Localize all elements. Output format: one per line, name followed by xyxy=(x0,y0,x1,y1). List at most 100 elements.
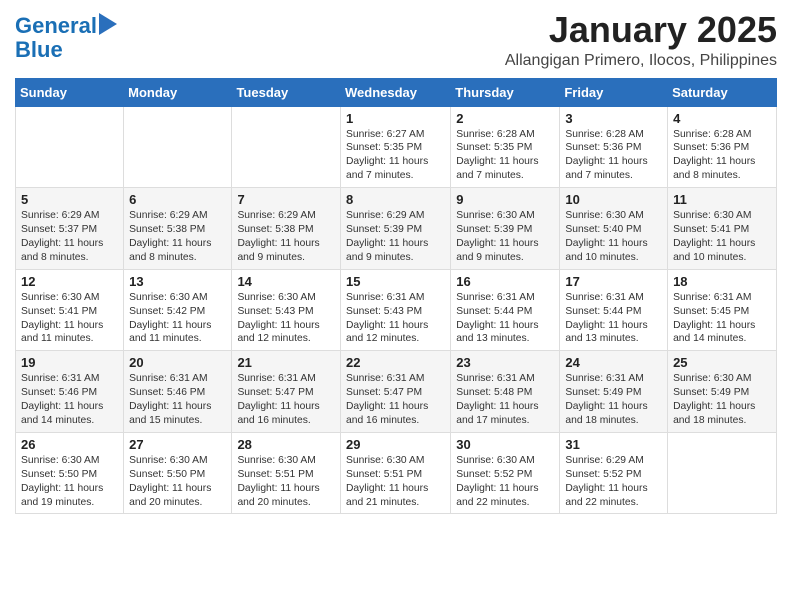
cell-info: Sunrise: 6:30 AMSunset: 5:42 PMDaylight:… xyxy=(129,291,226,347)
day-number: 22 xyxy=(346,355,445,370)
calendar-cell: 21 Sunrise: 6:31 AMSunset: 5:47 PMDayligh… xyxy=(232,351,341,433)
weekday-header-saturday: Saturday xyxy=(668,78,777,106)
cell-info: Sunrise: 6:29 AMSunset: 5:37 PMDaylight:… xyxy=(21,209,118,265)
cell-info: Sunrise: 6:28 AMSunset: 5:36 PMDaylight:… xyxy=(565,128,662,184)
calendar-cell: 17 Sunrise: 6:31 AMSunset: 5:44 PMDayligh… xyxy=(560,269,668,351)
calendar-week-row: 26 Sunrise: 6:30 AMSunset: 5:50 PMDayligh… xyxy=(16,432,777,514)
day-number: 9 xyxy=(456,192,554,207)
cell-info: Sunrise: 6:30 AMSunset: 5:51 PMDaylight:… xyxy=(346,454,445,510)
day-number: 26 xyxy=(21,437,118,452)
cell-info: Sunrise: 6:30 AMSunset: 5:41 PMDaylight:… xyxy=(21,291,118,347)
cell-info: Sunrise: 6:29 AMSunset: 5:38 PMDaylight:… xyxy=(237,209,335,265)
logo: General Blue xyxy=(15,14,117,62)
day-number: 17 xyxy=(565,274,662,289)
cell-info: Sunrise: 6:30 AMSunset: 5:50 PMDaylight:… xyxy=(129,454,226,510)
calendar-cell: 5 Sunrise: 6:29 AMSunset: 5:37 PMDaylight… xyxy=(16,188,124,270)
calendar-week-row: 5 Sunrise: 6:29 AMSunset: 5:37 PMDaylight… xyxy=(16,188,777,270)
cell-info: Sunrise: 6:30 AMSunset: 5:40 PMDaylight:… xyxy=(565,209,662,265)
calendar-cell: 9 Sunrise: 6:30 AMSunset: 5:39 PMDaylight… xyxy=(451,188,560,270)
calendar-table: SundayMondayTuesdayWednesdayThursdayFrid… xyxy=(15,78,777,515)
cell-info: Sunrise: 6:29 AMSunset: 5:52 PMDaylight:… xyxy=(565,454,662,510)
calendar-cell xyxy=(232,106,341,188)
day-number: 5 xyxy=(21,192,118,207)
calendar-cell: 4Sunrise: 6:28 AMSunset: 5:36 PMDaylight… xyxy=(668,106,777,188)
logo-subtext: Blue xyxy=(15,38,117,62)
cell-info: Sunrise: 6:30 AMSunset: 5:41 PMDaylight:… xyxy=(673,209,771,265)
cell-info: Sunrise: 6:31 AMSunset: 5:46 PMDaylight:… xyxy=(21,372,118,428)
calendar-cell: 16Sunrise: 6:31 AMSunset: 5:44 PMDayligh… xyxy=(451,269,560,351)
cell-info: Sunrise: 6:28 AMSunset: 5:36 PMDaylight:… xyxy=(673,128,771,184)
calendar-cell: 2Sunrise: 6:28 AMSunset: 5:35 PMDaylight… xyxy=(451,106,560,188)
cell-info: Sunrise: 6:29 AMSunset: 5:39 PMDaylight:… xyxy=(346,209,445,265)
day-number: 25 xyxy=(673,355,771,370)
day-number: 6 xyxy=(129,192,226,207)
weekday-header-monday: Monday xyxy=(124,78,232,106)
calendar-cell: 7 Sunrise: 6:29 AMSunset: 5:38 PMDaylight… xyxy=(232,188,341,270)
cell-info: Sunrise: 6:30 AMSunset: 5:52 PMDaylight:… xyxy=(456,454,554,510)
title-block: January 2025 Allangigan Primero, Ilocos,… xyxy=(505,10,777,70)
month-title: January 2025 xyxy=(505,10,777,50)
calendar-cell xyxy=(124,106,232,188)
cell-info: Sunrise: 6:30 AMSunset: 5:39 PMDaylight:… xyxy=(456,209,554,265)
calendar-cell: 24Sunrise: 6:31 AMSunset: 5:49 PMDayligh… xyxy=(560,351,668,433)
day-number: 13 xyxy=(129,274,226,289)
calendar-cell: 13 Sunrise: 6:30 AMSunset: 5:42 PMDayligh… xyxy=(124,269,232,351)
day-number: 31 xyxy=(565,437,662,452)
calendar-week-row: 19 Sunrise: 6:31 AMSunset: 5:46 PMDayligh… xyxy=(16,351,777,433)
calendar-header-row: SundayMondayTuesdayWednesdayThursdayFrid… xyxy=(16,78,777,106)
calendar-cell: 28 Sunrise: 6:30 AMSunset: 5:51 PMDayligh… xyxy=(232,432,341,514)
weekday-header-sunday: Sunday xyxy=(16,78,124,106)
calendar-week-row: 12 Sunrise: 6:30 AMSunset: 5:41 PMDayligh… xyxy=(16,269,777,351)
page-container: General Blue January 2025 Allangigan Pri… xyxy=(0,0,792,529)
logo-icon xyxy=(99,13,117,35)
weekday-header-wednesday: Wednesday xyxy=(340,78,450,106)
calendar-cell: 29Sunrise: 6:30 AMSunset: 5:51 PMDayligh… xyxy=(340,432,450,514)
day-number: 28 xyxy=(237,437,335,452)
day-number: 27 xyxy=(129,437,226,452)
calendar-cell: 19 Sunrise: 6:31 AMSunset: 5:46 PMDayligh… xyxy=(16,351,124,433)
cell-info: Sunrise: 6:31 AMSunset: 5:47 PMDaylight:… xyxy=(346,372,445,428)
calendar-cell: 23Sunrise: 6:31 AMSunset: 5:48 PMDayligh… xyxy=(451,351,560,433)
calendar-cell: 11 Sunrise: 6:30 AMSunset: 5:41 PMDayligh… xyxy=(668,188,777,270)
weekday-header-thursday: Thursday xyxy=(451,78,560,106)
header: General Blue January 2025 Allangigan Pri… xyxy=(15,10,777,70)
day-number: 12 xyxy=(21,274,118,289)
weekday-header-tuesday: Tuesday xyxy=(232,78,341,106)
day-number: 14 xyxy=(237,274,335,289)
day-number: 10 xyxy=(565,192,662,207)
day-number: 20 xyxy=(129,355,226,370)
calendar-cell: 15 Sunrise: 6:31 AMSunset: 5:43 PMDayligh… xyxy=(340,269,450,351)
cell-info: Sunrise: 6:30 AMSunset: 5:50 PMDaylight:… xyxy=(21,454,118,510)
location-title: Allangigan Primero, Ilocos, Philippines xyxy=(505,52,777,70)
calendar-cell: 3Sunrise: 6:28 AMSunset: 5:36 PMDaylight… xyxy=(560,106,668,188)
cell-info: Sunrise: 6:31 AMSunset: 5:43 PMDaylight:… xyxy=(346,291,445,347)
weekday-header-friday: Friday xyxy=(560,78,668,106)
day-number: 30 xyxy=(456,437,554,452)
day-number: 8 xyxy=(346,192,445,207)
calendar-cell: 22 Sunrise: 6:31 AMSunset: 5:47 PMDayligh… xyxy=(340,351,450,433)
cell-info: Sunrise: 6:30 AMSunset: 5:43 PMDaylight:… xyxy=(237,291,335,347)
cell-info: Sunrise: 6:31 AMSunset: 5:46 PMDaylight:… xyxy=(129,372,226,428)
day-number: 7 xyxy=(237,192,335,207)
day-number: 15 xyxy=(346,274,445,289)
cell-info: Sunrise: 6:30 AMSunset: 5:49 PMDaylight:… xyxy=(673,372,771,428)
day-number: 16 xyxy=(456,274,554,289)
cell-info: Sunrise: 6:31 AMSunset: 5:47 PMDaylight:… xyxy=(237,372,335,428)
day-number: 11 xyxy=(673,192,771,207)
day-number: 21 xyxy=(237,355,335,370)
cell-info: Sunrise: 6:31 AMSunset: 5:49 PMDaylight:… xyxy=(565,372,662,428)
cell-info: Sunrise: 6:30 AMSunset: 5:51 PMDaylight:… xyxy=(237,454,335,510)
cell-info: Sunrise: 6:31 AMSunset: 5:48 PMDaylight:… xyxy=(456,372,554,428)
day-number: 19 xyxy=(21,355,118,370)
day-number: 2 xyxy=(456,111,554,126)
calendar-cell: 31 Sunrise: 6:29 AMSunset: 5:52 PMDayligh… xyxy=(560,432,668,514)
calendar-cell: 20 Sunrise: 6:31 AMSunset: 5:46 PMDayligh… xyxy=(124,351,232,433)
calendar-week-row: 1Sunrise: 6:27 AMSunset: 5:35 PMDaylight… xyxy=(16,106,777,188)
calendar-cell xyxy=(16,106,124,188)
cell-info: Sunrise: 6:27 AMSunset: 5:35 PMDaylight:… xyxy=(346,128,445,184)
cell-info: Sunrise: 6:31 AMSunset: 5:44 PMDaylight:… xyxy=(565,291,662,347)
calendar-cell: 1Sunrise: 6:27 AMSunset: 5:35 PMDaylight… xyxy=(340,106,450,188)
calendar-cell: 6Sunrise: 6:29 AMSunset: 5:38 PMDaylight… xyxy=(124,188,232,270)
calendar-cell: 18Sunrise: 6:31 AMSunset: 5:45 PMDayligh… xyxy=(668,269,777,351)
calendar-cell xyxy=(668,432,777,514)
